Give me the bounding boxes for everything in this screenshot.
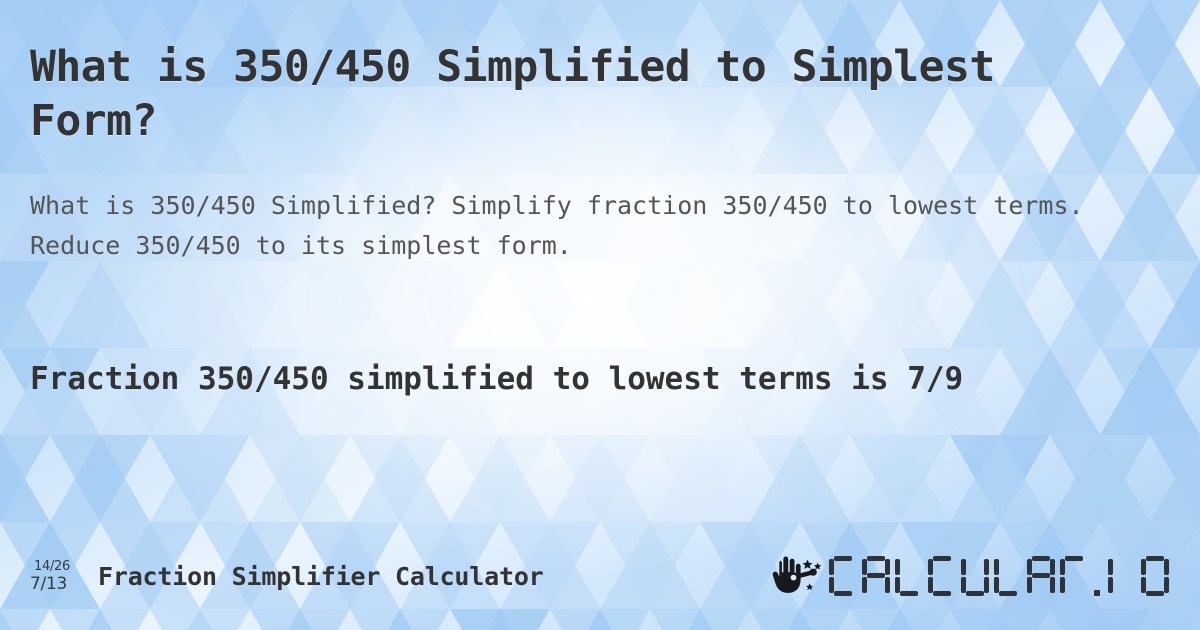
brand-letter <box>928 556 956 596</box>
brand-letter <box>994 556 1022 596</box>
content-area: What is 350/450 Simplified to Simplest F… <box>0 0 1200 630</box>
brand-letter <box>895 556 923 596</box>
brand-letter <box>1093 556 1103 596</box>
page-canvas: What is 350/450 Simplified to Simplest F… <box>0 0 1200 630</box>
brand-letter <box>1141 556 1169 596</box>
brand-letter <box>1108 556 1136 596</box>
fraction-simplify-icon: 14/26 7/13 <box>30 560 86 593</box>
result-statement: Fraction 350/450 simplified to lowest te… <box>30 361 964 397</box>
brand-logo[interactable]: CALCULAT.IO <box>771 554 1174 598</box>
tool-name: Fraction Simplifier Calculator <box>98 561 544 591</box>
brand-letter <box>862 556 890 596</box>
page-title: What is 350/450 Simplified to Simplest F… <box>30 42 995 147</box>
hand-magic-wand-icon <box>772 556 822 593</box>
brand-letter <box>1027 556 1055 596</box>
fraction-icon-bottom: 7/13 <box>30 573 67 594</box>
brand-name <box>829 556 1174 596</box>
page-subtitle: What is 350/450 Simplified? Simplify fra… <box>30 191 1084 260</box>
brand-letter <box>1060 556 1088 596</box>
brand-letter <box>829 556 857 596</box>
brand-letter <box>961 556 989 596</box>
footer-left-group: 14/26 7/13 Fraction Simplifier Calculato… <box>30 560 544 593</box>
fraction-icon-top: 14/26 <box>34 558 70 574</box>
footer: 14/26 7/13 Fraction Simplifier Calculato… <box>30 548 1174 604</box>
